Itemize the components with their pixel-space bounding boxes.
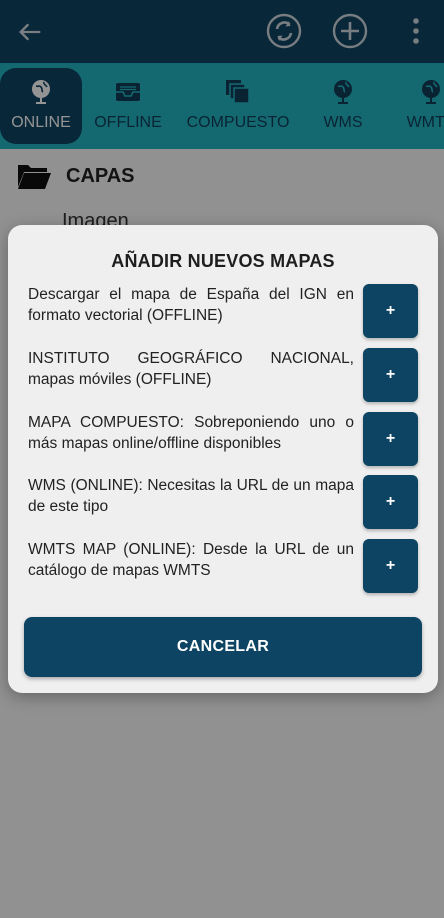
add-maps-dialog: AÑADIR NUEVOS MAPAS Descargar el mapa de… bbox=[8, 225, 438, 693]
add-option-button[interactable]: + bbox=[363, 284, 418, 338]
option-wmts: WMTS MAP (ONLINE): Desde la URL de un ca… bbox=[28, 539, 418, 593]
add-option-button[interactable]: + bbox=[363, 539, 418, 593]
option-wms: WMS (ONLINE): Necesitas la URL de un map… bbox=[28, 475, 418, 529]
option-description: MAPA COMPUESTO: Sobreponiendo uno o más … bbox=[28, 414, 354, 452]
cancel-button[interactable]: CANCELAR bbox=[24, 617, 422, 677]
add-option-button[interactable]: + bbox=[363, 412, 418, 466]
option-ign-mobile-maps: INSTITUTO GEOGRÁFICO NACIONAL, mapas móv… bbox=[28, 348, 418, 402]
option-description: WMS (ONLINE): Necesitas la URL de un map… bbox=[28, 477, 354, 515]
option-description: INSTITUTO GEOGRÁFICO NACIONAL, mapas móv… bbox=[28, 350, 354, 388]
add-option-button[interactable]: + bbox=[363, 348, 418, 402]
option-description: Descargar el mapa de España del IGN en f… bbox=[28, 286, 354, 324]
option-description: WMTS MAP (ONLINE): Desde la URL de un ca… bbox=[28, 541, 354, 579]
option-download-ign-vector: Descargar el mapa de España del IGN en f… bbox=[28, 284, 418, 338]
option-composite-map: MAPA COMPUESTO: Sobreponiendo uno o más … bbox=[28, 412, 418, 466]
dialog-title: AÑADIR NUEVOS MAPAS bbox=[111, 251, 335, 271]
add-option-button[interactable]: + bbox=[363, 475, 418, 529]
